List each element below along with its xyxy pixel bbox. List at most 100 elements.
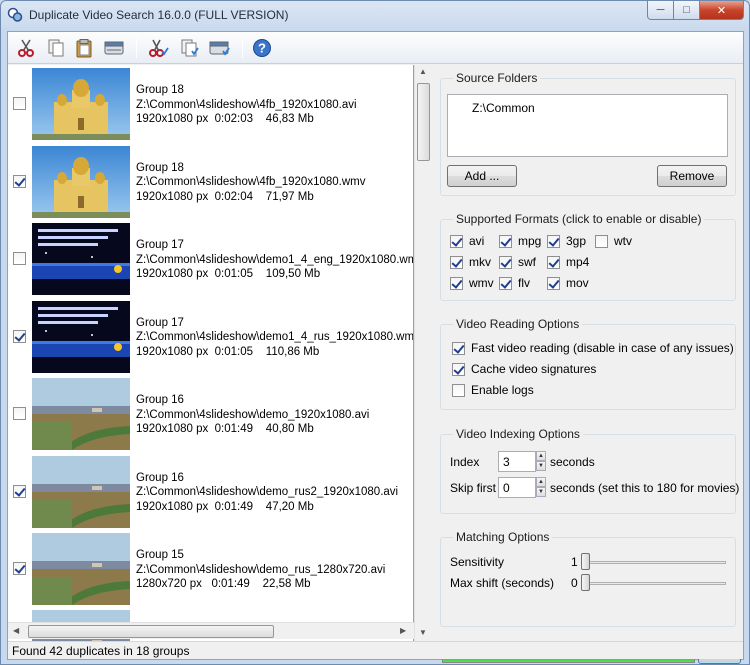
results-vertical-scrollbar[interactable]: ▲ ▼ xyxy=(414,65,431,641)
result-checkbox[interactable] xyxy=(13,252,26,265)
format-checkbox-box[interactable] xyxy=(547,255,560,269)
skip-first-input[interactable] xyxy=(498,477,536,498)
maximize-button[interactable]: □ xyxy=(674,1,700,20)
format-checkbox-box[interactable] xyxy=(499,255,512,269)
index-input[interactable] xyxy=(498,451,536,472)
copy-button[interactable] xyxy=(44,37,68,59)
format-checkbox-wmv[interactable]: wmv xyxy=(450,276,494,290)
format-checkbox-box[interactable] xyxy=(450,276,463,290)
scroll-down-icon[interactable]: ▼ xyxy=(419,628,427,637)
result-checkbox[interactable] xyxy=(13,407,26,420)
skip-first-spinner[interactable]: ▲ ▼ xyxy=(536,477,546,498)
result-info: 1920x1080 px 0:02:04 71,97 Mb xyxy=(136,190,314,203)
result-info: 1280x720 px 0:01:49 22,58 Mb xyxy=(136,578,311,590)
format-checkbox-avi[interactable]: avi xyxy=(450,234,484,248)
sensitivity-slider-track[interactable] xyxy=(581,561,726,564)
format-checkbox-mp4[interactable]: mp4 xyxy=(547,255,589,269)
format-checkbox-box[interactable] xyxy=(499,276,512,290)
max-shift-slider-track[interactable] xyxy=(581,582,726,585)
format-checkbox-mpg[interactable]: mpg xyxy=(499,234,541,248)
format-checkbox-wtv[interactable]: wtv xyxy=(595,234,632,248)
matching-options-group: Matching Options Sensitivity 1 Max shift… xyxy=(440,530,736,627)
scroll-left-icon[interactable]: ◀ xyxy=(13,626,19,635)
drive-button[interactable] xyxy=(102,37,126,59)
scroll-up-icon[interactable]: ▲ xyxy=(419,67,427,76)
format-checkbox-swf[interactable]: swf xyxy=(499,255,536,269)
format-checkbox-box[interactable] xyxy=(547,234,560,248)
results-list[interactable]: Group 18 Z:\Common\4slideshow\4fb_1920x10… xyxy=(8,65,414,641)
toolbar-separator xyxy=(136,38,137,58)
spin-up-icon[interactable]: ▲ xyxy=(536,451,546,461)
result-checkbox[interactable] xyxy=(13,329,26,343)
spin-down-icon[interactable]: ▼ xyxy=(536,461,546,471)
format-checkbox-box[interactable] xyxy=(450,234,463,248)
result-row[interactable]: Group 16 Z:\Common\4slideshow\demo_rus2_1… xyxy=(8,453,411,530)
enable-logs-checkbox-box[interactable] xyxy=(452,383,465,397)
help-button[interactable]: ? xyxy=(250,37,274,59)
cache-signatures-checkbox[interactable]: Cache video signatures xyxy=(452,362,596,376)
client-area: ? Group 18 Z:\Common\4slideshow\4fb_1920x… xyxy=(7,31,744,664)
max-shift-slider-thumb[interactable] xyxy=(581,574,590,591)
cache-signatures-label: Cache video signatures xyxy=(471,362,597,376)
result-thumbnail xyxy=(32,145,130,218)
format-checkbox-flv[interactable]: flv xyxy=(499,276,530,290)
result-checkbox[interactable] xyxy=(13,562,26,575)
format-checkbox-box[interactable] xyxy=(499,234,512,248)
paste-button[interactable] xyxy=(72,37,96,59)
index-spinner[interactable]: ▲ ▼ xyxy=(536,451,546,472)
result-row[interactable]: Group 16 Z:\Common\4slideshow\demo_1920x1… xyxy=(8,375,411,452)
app-icon xyxy=(7,7,23,22)
results-horizontal-scrollbar[interactable]: ◀ ▶ xyxy=(8,622,414,639)
source-folder-item[interactable]: Z:\Common xyxy=(472,101,535,115)
result-path: Z:\Common\4slideshow\demo_1920x1080.avi xyxy=(136,408,370,421)
format-checkbox-box[interactable] xyxy=(595,234,608,248)
close-button[interactable]: ✕ xyxy=(700,1,744,20)
thumbnail-space xyxy=(32,223,130,295)
sensitivity-slider-thumb[interactable] xyxy=(581,553,590,570)
add-folder-button[interactable]: Add ... xyxy=(447,165,517,187)
copy-selected-button[interactable] xyxy=(178,37,202,59)
drive-selected-button[interactable] xyxy=(208,37,232,59)
vertical-scroll-thumb[interactable] xyxy=(417,83,430,161)
drive-selected-icon xyxy=(209,41,230,56)
minimize-button[interactable]: ─ xyxy=(647,1,674,20)
result-path: Z:\Common\4slideshow\demo_rus2_1920x1080… xyxy=(136,486,399,498)
format-label: mkv xyxy=(469,255,491,269)
result-checkbox[interactable] xyxy=(13,484,26,498)
result-row[interactable]: Group 18 Z:\Common\4slideshow\4fb_1920x10… xyxy=(8,65,411,142)
cut-button[interactable] xyxy=(14,37,38,59)
window-title: Duplicate Video Search 16.0.0 (FULL VERS… xyxy=(29,8,289,22)
title-bar[interactable]: Duplicate Video Search 16.0.0 (FULL VERS… xyxy=(1,1,749,29)
format-checkbox-mkv[interactable]: mkv xyxy=(450,255,491,269)
paste-icon xyxy=(76,39,92,58)
result-checkbox[interactable] xyxy=(13,174,26,188)
result-row[interactable]: Group 17 Z:\Common\4slideshow\demo1_4_eng… xyxy=(8,220,413,297)
result-thumbnail xyxy=(32,68,130,140)
horizontal-scroll-thumb[interactable] xyxy=(28,625,274,638)
scroll-right-icon[interactable]: ▶ xyxy=(400,626,406,635)
remove-folder-button[interactable]: Remove xyxy=(657,165,727,187)
options-panel: Source Folders Z:\Common Add ... Remove … xyxy=(432,65,743,664)
format-checkbox-mov[interactable]: mov xyxy=(547,276,589,290)
fast-reading-checkbox[interactable]: Fast video reading (disable in case of a… xyxy=(452,341,734,355)
source-folders-list[interactable]: Z:\Common xyxy=(447,94,728,157)
result-checkbox[interactable] xyxy=(13,97,26,110)
format-label: flv xyxy=(518,276,530,290)
fast-reading-checkbox-box[interactable] xyxy=(452,341,465,355)
enable-logs-checkbox[interactable]: Enable logs xyxy=(452,383,534,397)
result-info: 1920x1080 px 0:01:49 47,20 Mb xyxy=(136,500,314,513)
result-group: Group 18 xyxy=(136,84,184,96)
spin-up-icon[interactable]: ▲ xyxy=(536,477,546,487)
result-row[interactable]: Group 18 Z:\Common\4slideshow\4fb_1920x10… xyxy=(8,143,411,220)
result-group: Group 15 xyxy=(136,549,184,561)
spin-down-icon[interactable]: ▼ xyxy=(536,487,546,497)
format-checkbox-box[interactable] xyxy=(450,255,463,269)
format-checkbox-box[interactable] xyxy=(547,276,560,290)
cut-selected-button[interactable] xyxy=(146,37,170,59)
format-checkbox-3gp[interactable]: 3gp xyxy=(547,234,586,248)
result-row[interactable]: Group 15 Z:\Common\4slideshow\demo_rus_12… xyxy=(8,530,411,607)
result-info: 1920x1080 px 0:01:05 109,50 Mb xyxy=(136,268,321,280)
result-thumbnail xyxy=(32,300,130,373)
result-row[interactable]: Group 17 Z:\Common\4slideshow\demo1_4_rus… xyxy=(8,298,413,375)
cache-signatures-checkbox-box[interactable] xyxy=(452,362,465,376)
